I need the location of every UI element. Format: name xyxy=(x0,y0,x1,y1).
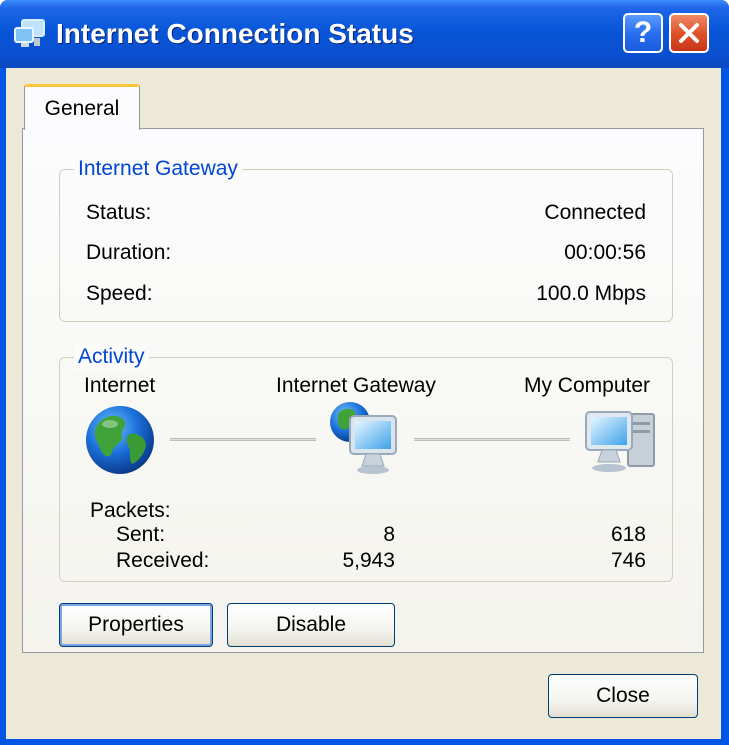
dialog-window: Internet Connection Status ? General Int… xyxy=(0,0,729,745)
tab-general[interactable]: General xyxy=(24,84,140,130)
duration-label: Duration: xyxy=(86,241,172,264)
status-value: Connected xyxy=(544,201,646,224)
sent-label: Sent: xyxy=(116,523,166,546)
gateway-sent-value: 8 xyxy=(383,523,395,546)
close-button[interactable]: Close xyxy=(548,674,698,718)
help-button[interactable]: ? xyxy=(623,13,663,53)
general-tab-panel: Internet Gateway Status: Connected Durat… xyxy=(22,128,704,653)
connection-line-right xyxy=(414,438,570,441)
gateway-computer-icon xyxy=(330,402,397,474)
status-label: Status: xyxy=(86,201,152,224)
title-bar[interactable]: Internet Connection Status ? xyxy=(0,0,729,68)
node-label-internet-gateway: Internet Gateway xyxy=(276,374,436,397)
dialog-client-area: General Internet Gateway Status: Connect… xyxy=(6,68,721,739)
gateway-received-value: 5,943 xyxy=(342,549,395,572)
disable-button[interactable]: Disable xyxy=(227,603,395,647)
speed-value: 100.0 Mbps xyxy=(536,282,646,305)
internet-gateway-legend: Internet Gateway xyxy=(74,156,242,182)
network-connection-icon xyxy=(14,19,45,47)
internet-gateway-group: Internet Gateway Status: Connected Durat… xyxy=(59,156,673,322)
activity-legend: Activity xyxy=(74,344,149,370)
close-icon xyxy=(679,23,699,43)
duration-value: 00:00:56 xyxy=(564,241,646,264)
node-label-my-computer: My Computer xyxy=(523,374,650,397)
globe-icon xyxy=(86,406,154,474)
activity-group: Activity Internet Internet Gateway My Co… xyxy=(59,344,673,582)
packets-label: Packets: xyxy=(90,499,171,522)
received-label: Received: xyxy=(116,549,210,572)
properties-button[interactable]: Properties xyxy=(59,603,213,647)
computer-received-value: 746 xyxy=(610,549,646,572)
my-computer-icon xyxy=(585,411,655,472)
window-title: Internet Connection Status xyxy=(56,18,414,49)
speed-label: Speed: xyxy=(86,282,153,305)
node-label-internet: Internet xyxy=(84,374,156,397)
connection-line-left xyxy=(170,438,316,441)
title-close-button[interactable] xyxy=(669,13,709,53)
computer-sent-value: 618 xyxy=(610,523,646,546)
